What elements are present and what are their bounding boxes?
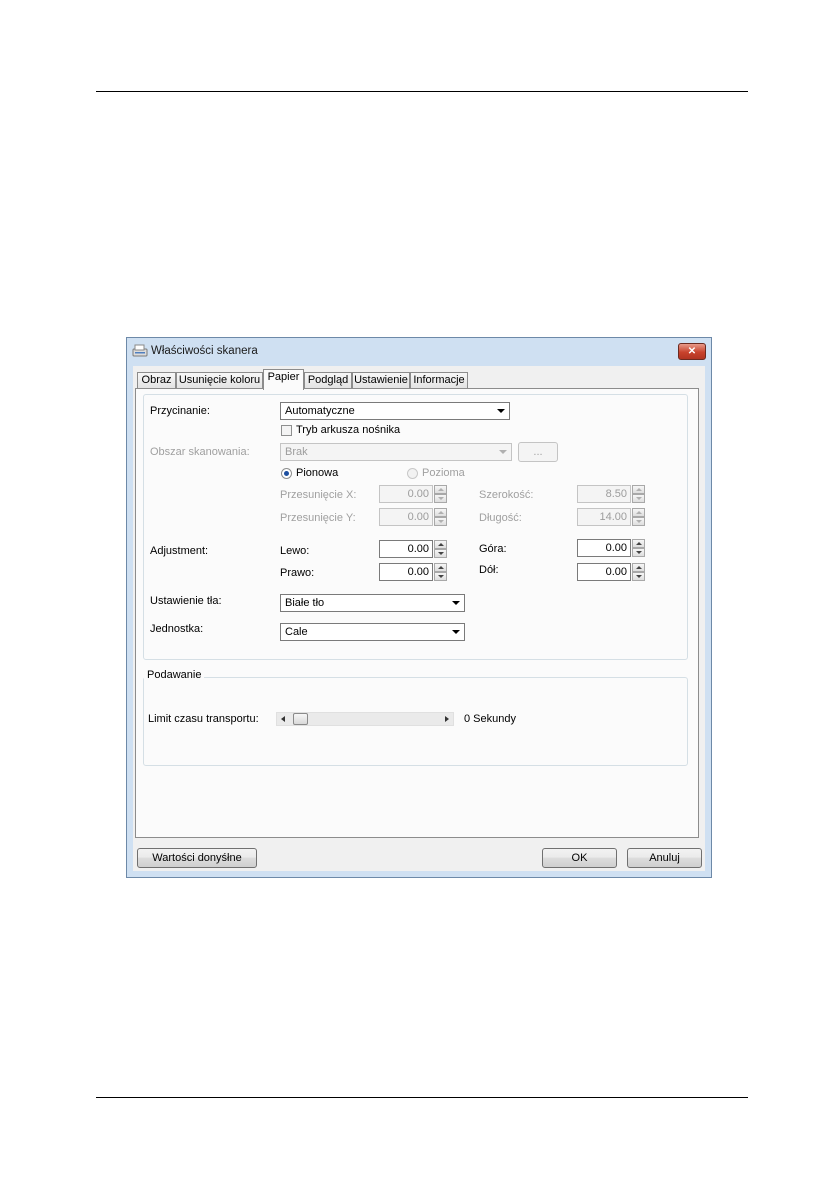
paper-settings-group: Przycinanie: Automatyczne Tryb arkusza n… — [143, 394, 688, 660]
tab-podglad[interactable]: Podgląd — [304, 372, 352, 389]
landscape-radio[interactable] — [407, 468, 418, 479]
carrier-sheet-label: Tryb arkusza nośnika — [296, 424, 401, 436]
page-header-rule — [96, 91, 748, 92]
cropping-label: Przycinanie: — [150, 405, 210, 417]
width-value[interactable]: 8.50 — [577, 485, 631, 503]
tab-informacje[interactable]: Informacje — [410, 372, 468, 389]
unit-label: Jednostka: — [150, 623, 204, 635]
scroll-left-icon[interactable] — [281, 716, 285, 722]
transport-timeout-slider[interactable] — [276, 712, 454, 726]
spin-up-icon[interactable] — [434, 563, 447, 572]
window-title: Właściwości skanera — [151, 345, 258, 357]
slider-thumb[interactable] — [293, 713, 308, 725]
spin-down-icon[interactable] — [632, 548, 645, 557]
transport-timeout-value: 0 Sekundy — [464, 713, 516, 725]
scanner-icon — [132, 344, 148, 357]
spin-down-icon[interactable] — [632, 517, 645, 526]
cropping-value: Automatyczne — [285, 405, 355, 417]
spin-up-icon[interactable] — [434, 485, 447, 494]
adjust-left-value[interactable]: 0.00 — [379, 540, 433, 558]
close-icon[interactable]: ✕ — [678, 343, 706, 360]
spin-up-icon[interactable] — [632, 485, 645, 494]
spin-up-icon[interactable] — [632, 563, 645, 572]
tab-obraz[interactable]: Obraz — [137, 372, 176, 389]
chevron-down-icon — [452, 630, 460, 634]
offset-y-value[interactable]: 0.00 — [379, 508, 433, 526]
scan-area-select[interactable]: Brak — [280, 443, 512, 461]
carrier-sheet-checkbox[interactable] — [281, 425, 292, 436]
background-label: Ustawienie tła: — [150, 595, 222, 607]
transport-timeout-label: Limit czasu transportu: — [148, 713, 259, 725]
scroll-right-icon[interactable] — [445, 716, 449, 722]
cancel-button[interactable]: Anuluj — [627, 848, 702, 868]
length-label: Długość: — [479, 512, 522, 524]
tab-papier[interactable]: Papier — [263, 369, 304, 390]
chevron-down-icon — [497, 409, 505, 413]
offset-x-value[interactable]: 0.00 — [379, 485, 433, 503]
background-value: Białe tło — [285, 597, 325, 609]
spin-down-icon[interactable] — [434, 517, 447, 526]
spin-down-icon[interactable] — [632, 494, 645, 503]
chevron-down-icon — [499, 450, 507, 454]
spin-up-icon[interactable] — [434, 508, 447, 517]
defaults-button[interactable]: Wartości donyśłne — [137, 848, 257, 868]
scan-area-browse-button[interactable]: ... — [518, 442, 558, 462]
tab-usuniecie-koloru[interactable]: Usunięcie koloru — [176, 372, 263, 389]
adjust-left-label: Lewo: — [280, 545, 310, 557]
adjust-bottom-label: Dół: — [479, 564, 499, 576]
cropping-select[interactable]: Automatyczne — [280, 402, 510, 420]
spin-up-icon[interactable] — [632, 508, 645, 517]
landscape-label: Pozioma — [422, 467, 465, 479]
dialog-client-area: Obraz Usunięcie koloru Papier Podgląd Us… — [133, 366, 705, 871]
spin-down-icon[interactable] — [434, 549, 447, 558]
portrait-radio[interactable] — [281, 468, 292, 479]
portrait-label: Pionowa — [296, 467, 339, 479]
unit-select[interactable]: Cale — [280, 623, 465, 641]
spin-up-icon[interactable] — [632, 539, 645, 548]
unit-value: Cale — [285, 626, 308, 638]
tab-ustawienie[interactable]: Ustawienie — [352, 372, 410, 389]
scan-area-value: Brak — [285, 446, 308, 458]
spin-up-icon[interactable] — [434, 540, 447, 549]
chevron-down-icon — [452, 601, 460, 605]
scanner-properties-dialog: Właściwości skanera ✕ Obraz Usunięcie ko… — [126, 337, 712, 878]
background-select[interactable]: Białe tło — [280, 594, 465, 612]
adjustment-label: Adjustment: — [150, 545, 209, 557]
page-footer-rule — [96, 1097, 748, 1098]
offset-y-label: Przesunięcie Y: — [280, 512, 356, 524]
adjust-top-label: Góra: — [479, 543, 507, 555]
adjust-top-value[interactable]: 0.00 — [577, 539, 631, 557]
feeding-group: Podawanie Limit czasu transportu: 0 Seku… — [143, 669, 688, 766]
length-value[interactable]: 14.00 — [577, 508, 631, 526]
scan-area-label: Obszar skanowania: — [150, 446, 250, 458]
feeding-group-title: Podawanie — [144, 669, 205, 681]
ok-button[interactable]: OK — [542, 848, 617, 868]
width-label: Szerokość: — [479, 489, 534, 501]
spin-down-icon[interactable] — [434, 572, 447, 581]
adjust-right-value[interactable]: 0.00 — [379, 563, 433, 581]
paper-tab-panel: Przycinanie: Automatyczne Tryb arkusza n… — [135, 388, 699, 838]
spin-down-icon[interactable] — [434, 494, 447, 503]
adjust-right-label: Prawo: — [280, 567, 315, 579]
title-bar[interactable]: Właściwości skanera ✕ — [127, 338, 711, 366]
adjust-bottom-value[interactable]: 0.00 — [577, 563, 631, 581]
spin-down-icon[interactable] — [632, 572, 645, 581]
offset-x-label: Przesunięcie X: — [280, 489, 357, 501]
